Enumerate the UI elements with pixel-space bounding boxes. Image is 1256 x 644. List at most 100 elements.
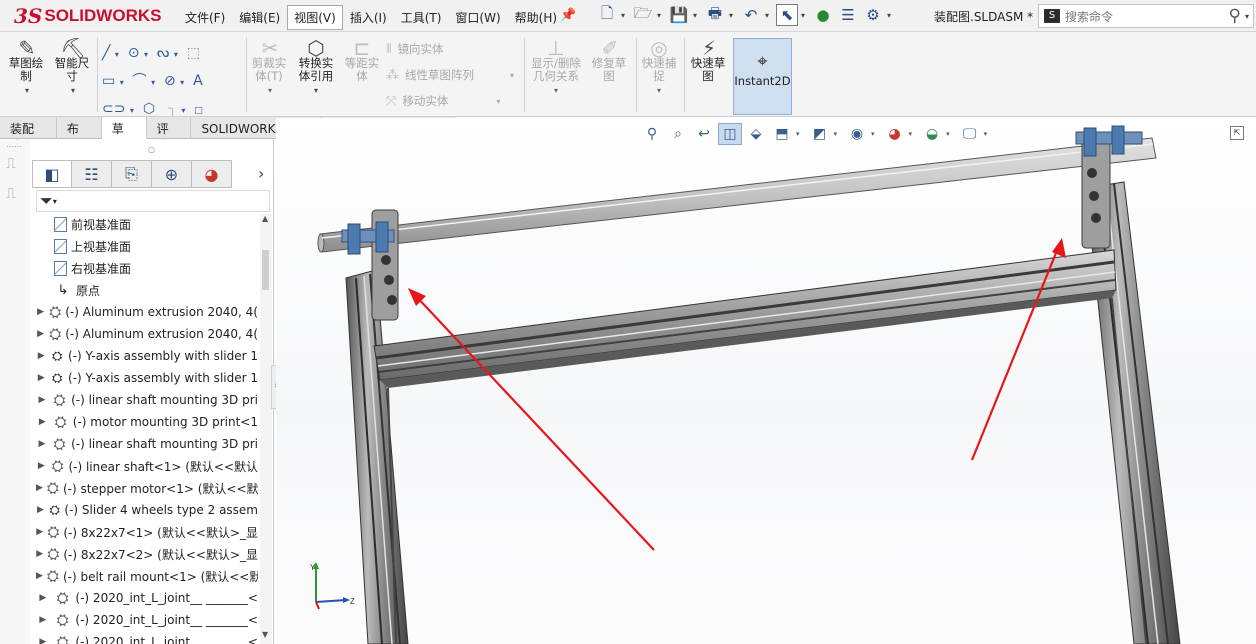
- expand-arrow-icon[interactable]: ▶: [36, 395, 48, 405]
- new-icon[interactable]: 🗋: [596, 4, 618, 26]
- linear-shaft[interactable]: [317, 137, 1157, 253]
- convert-entities-button[interactable]: ⬡ 转换实体引用 ▾: [294, 38, 338, 97]
- search-icon[interactable]: ⚲: [1229, 6, 1241, 26]
- tree-node[interactable]: 右视基准面: [32, 257, 258, 279]
- tree-node[interactable]: ▶ ⛭ (-) Aluminum extrusion 2040, 4(: [32, 323, 258, 345]
- menu-item[interactable]: 编辑(E): [232, 5, 287, 30]
- tree-node[interactable]: ▶ ⛭ (-) Slider 4 wheels type 2 assem: [32, 499, 258, 521]
- search-commands[interactable]: S 搜索命令 ⚲ ▾: [1038, 4, 1254, 28]
- undo-dropdown-icon[interactable]: ▾: [765, 11, 773, 20]
- quick-snaps-button[interactable]: ◎ 快速捕捉 ▾: [640, 38, 678, 97]
- select-dropdown-icon[interactable]: ▾: [801, 11, 809, 20]
- rebuild-icon[interactable]: ●: [812, 4, 834, 26]
- file-properties-icon[interactable]: ☰: [837, 4, 859, 26]
- feature-manager-icon[interactable]: ◧: [32, 160, 72, 188]
- menu-item[interactable]: 窗口(W): [448, 5, 507, 30]
- expand-arrow-icon[interactable]: ▶: [36, 329, 45, 339]
- right-shaft-mount[interactable]: [1075, 125, 1143, 249]
- expand-arrow-icon[interactable]: ▶: [36, 549, 43, 559]
- polygon-icon[interactable]: ⬡: [143, 101, 155, 117]
- tree-node[interactable]: 前视基准面: [32, 213, 258, 235]
- arc-icon[interactable]: ⌒: [133, 73, 147, 89]
- move-entities-button[interactable]: ⤧ 移动实体 ▾: [386, 93, 500, 109]
- arc-dropdown-icon[interactable]: ▾: [151, 78, 155, 87]
- spline-dropdown-icon[interactable]: ▾: [174, 50, 178, 59]
- smart-dimension-button[interactable]: ⛏ 智能尺寸 ▾: [52, 38, 94, 97]
- move-dropdown-icon[interactable]: ▾: [496, 97, 500, 106]
- pattern-dropdown-icon[interactable]: ▾: [510, 71, 514, 80]
- search-source-icon[interactable]: S: [1044, 9, 1060, 23]
- rapid-sketch-button[interactable]: ⚡ 快速草图: [688, 38, 730, 83]
- panel-handle-icon[interactable]: ○: [148, 145, 155, 154]
- show-relations-button[interactable]: ⊥ 显示/删除几何关系 ▾: [528, 38, 584, 97]
- tree-node[interactable]: ▶ ⛭ (-) Y-axis assembly with slider 1: [32, 367, 258, 389]
- tree-node[interactable]: ▶ ⛭ (-) 2020_int_L_joint__ _______<: [32, 631, 258, 644]
- sketch-button[interactable]: ✎ 草图绘制 ▾: [6, 38, 48, 97]
- scroll-up-icon[interactable]: ▲: [262, 214, 268, 223]
- menu-item[interactable]: 工具(T): [394, 5, 449, 30]
- slot-icon[interactable]: ⊂⊃: [102, 101, 125, 117]
- print-icon[interactable]: 🖶: [704, 4, 726, 26]
- rectangle-dropdown-icon[interactable]: ▾: [120, 78, 124, 87]
- panel-chevron-icon[interactable]: ›: [258, 164, 264, 183]
- filter-icon[interactable]: ⏷: [40, 191, 53, 211]
- tree-node[interactable]: ▶ ⛭ (-) 2020_int_L_joint__ _______<: [32, 587, 258, 609]
- select-icon[interactable]: ⬉: [776, 4, 798, 26]
- convert-dropdown-icon[interactable]: ▾: [314, 86, 318, 95]
- filter-dropdown-icon[interactable]: ▾: [53, 197, 57, 206]
- tree-node[interactable]: ↳ 原点: [32, 279, 258, 301]
- scroll-thumb[interactable]: [262, 250, 269, 290]
- expand-arrow-icon[interactable]: ▶: [36, 593, 50, 603]
- property-manager-icon[interactable]: ☷: [72, 160, 112, 188]
- strip-sketch-icon[interactable]: ⎍: [6, 156, 16, 172]
- mirror-entities-button[interactable]: ⫴ 镜向实体: [386, 41, 443, 57]
- repair-sketch-button[interactable]: ✐ 修复草图: [590, 38, 630, 83]
- save-dropdown-icon[interactable]: ▾: [693, 11, 701, 20]
- tree-node[interactable]: ▶ ⛭ (-) stepper motor<1> (默认<<默: [32, 477, 258, 499]
- expand-arrow-icon[interactable]: ▶: [36, 461, 47, 471]
- construction-geometry-icon[interactable]: ⬚: [187, 45, 200, 61]
- tab-0[interactable]: 装配体: [0, 117, 57, 153]
- point-icon[interactable]: □: [194, 106, 203, 116]
- options-icon[interactable]: ⚙: [862, 4, 884, 26]
- save-icon[interactable]: 💾: [668, 4, 690, 26]
- strip-grip-icon[interactable]: ⋯⋯: [6, 142, 22, 151]
- fillet-dropdown-icon[interactable]: ▾: [181, 106, 185, 115]
- tree-node[interactable]: ▶ ⛭ (-) linear shaft<1> (默认<<默认: [32, 455, 258, 477]
- expand-arrow-icon[interactable]: ▶: [36, 615, 50, 625]
- tree-node[interactable]: ▶ ⛭ (-) 8x22x7<2> (默认<<默认>_显: [32, 543, 258, 565]
- tree-node[interactable]: ▶ ⛭ (-) motor mounting 3D print<1: [32, 411, 258, 433]
- fillet-icon[interactable]: ╮: [168, 101, 176, 117]
- search-dropdown-icon[interactable]: ▾: [1245, 12, 1253, 21]
- slot-dropdown-icon[interactable]: ▾: [130, 106, 134, 115]
- menu-item[interactable]: 插入(I): [343, 5, 394, 30]
- tree-node[interactable]: ▶ ⛭ (-) linear shaft mounting 3D pri: [32, 389, 258, 411]
- undo-icon[interactable]: ↶: [740, 4, 762, 26]
- graphics-area[interactable]: ⚲ ⌕ ↩ ◫ ⬙ ⬒ ▾ ◩ ▾ ◉ ▾ ◕ ▾ ◒ ▾ 🖵 ▾ ⇱ Y Z: [276, 118, 1256, 644]
- expand-arrow-icon[interactable]: ▶: [36, 505, 45, 515]
- open-dropdown-icon[interactable]: ▾: [657, 11, 665, 20]
- instant2d-button[interactable]: ⌖ Instant2D: [733, 38, 792, 115]
- expand-arrow-icon[interactable]: ▶: [36, 417, 49, 427]
- pin-menu-icon[interactable]: 📌: [560, 8, 576, 23]
- solidworks-logo[interactable]: 3S SOLIDWORKS: [14, 2, 161, 30]
- tree-node[interactable]: ▶ ⛭ (-) linear shaft mounting 3D pri: [32, 433, 258, 455]
- tab-1[interactable]: 布局: [57, 117, 102, 153]
- tree-node[interactable]: ▶ ⛭ (-) belt rail mount<1> (默认<<默: [32, 565, 258, 587]
- tree-node[interactable]: 上视基准面: [32, 235, 258, 257]
- ellipse-dropdown-icon[interactable]: ▾: [180, 78, 184, 87]
- rectangle-icon[interactable]: ▭: [102, 73, 115, 89]
- trim-dropdown-icon[interactable]: ▾: [268, 86, 272, 95]
- expand-arrow-icon[interactable]: ▶: [36, 527, 43, 537]
- new-dropdown-icon[interactable]: ▾: [621, 11, 629, 20]
- configuration-manager-icon[interactable]: ⎘: [112, 160, 152, 188]
- tab-2[interactable]: 草图: [101, 117, 147, 153]
- linear-pattern-button[interactable]: ⁂ 线性草图阵列 ▾: [386, 67, 514, 83]
- expand-arrow-icon[interactable]: ▶: [36, 351, 47, 361]
- line-icon[interactable]: ╱: [102, 45, 110, 61]
- line-dropdown-icon[interactable]: ▾: [115, 50, 119, 59]
- print-dropdown-icon[interactable]: ▾: [729, 11, 737, 20]
- expand-arrow-icon[interactable]: ▶: [36, 439, 48, 449]
- scroll-down-icon[interactable]: ▼: [262, 630, 268, 639]
- expand-arrow-icon[interactable]: ▶: [36, 483, 43, 493]
